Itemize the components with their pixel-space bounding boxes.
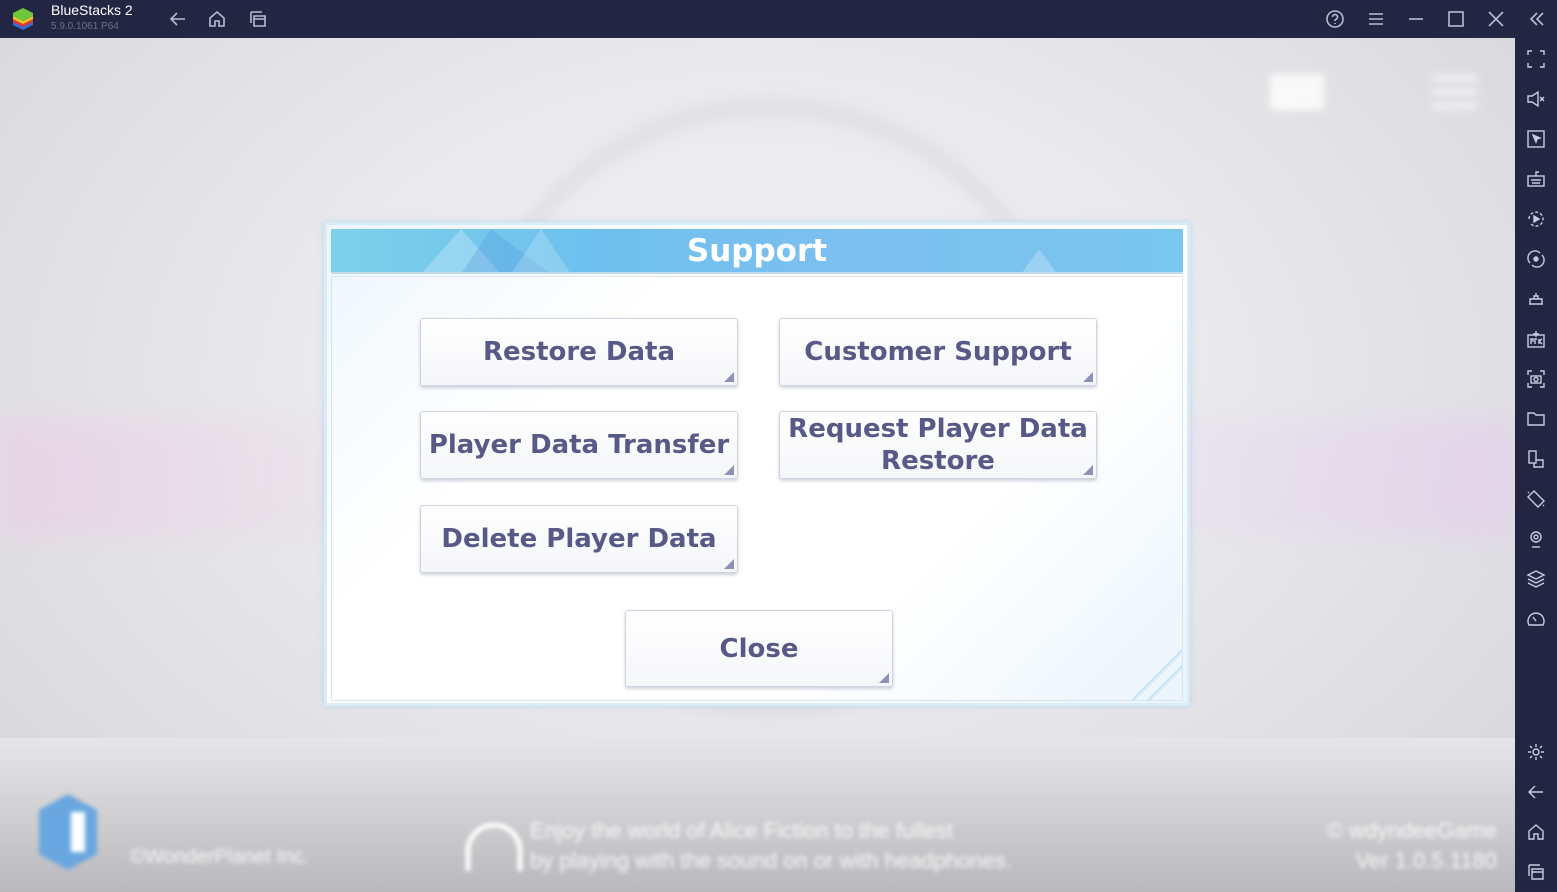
maximize-icon[interactable] — [1444, 7, 1468, 31]
menu-icon[interactable] — [1364, 7, 1388, 31]
install-apk-icon[interactable] — [1526, 329, 1546, 349]
restore-data-button[interactable]: Restore Data — [420, 318, 738, 386]
close-label: Close — [719, 633, 799, 664]
sound-notice-line2: by playing with the sound on or with hea… — [530, 848, 1012, 873]
title-bar: BlueStacks 2 5.9.0.1061 P64 — [0, 0, 1557, 38]
support-dialog: Support Restore Data Customer Support Pl… — [324, 222, 1190, 706]
bluestacks-logo — [13, 8, 33, 30]
recent-apps-icon[interactable] — [246, 7, 270, 31]
android-back-icon[interactable] — [1526, 782, 1546, 802]
dialog-header: Support — [331, 229, 1183, 274]
restore-data-label: Restore Data — [482, 337, 676, 367]
help-icon[interactable] — [1323, 7, 1347, 31]
player-data-transfer-button[interactable]: Player Data Transfer — [420, 411, 738, 479]
headphones-icon — [465, 823, 523, 871]
pointer-lock-icon[interactable] — [1526, 129, 1546, 149]
publisher-text: © wdyndeeGame — [1326, 818, 1497, 843]
android-home-icon[interactable] — [1526, 822, 1546, 842]
eco-mode-icon[interactable] — [1526, 489, 1546, 509]
back-arrow-icon[interactable] — [166, 7, 190, 31]
keyboard-icon[interactable] — [1526, 169, 1546, 189]
close-button[interactable]: Close — [625, 610, 893, 687]
folder-icon[interactable] — [1526, 409, 1546, 429]
location-icon[interactable] — [1526, 529, 1546, 549]
collapse-sidebar-icon[interactable] — [1525, 7, 1549, 31]
multi-instance-icon[interactable] — [1526, 449, 1546, 469]
sync-instances-icon[interactable] — [1526, 289, 1546, 309]
customer-support-label: Customer Support — [804, 337, 1072, 367]
close-icon[interactable] — [1484, 7, 1508, 31]
dialog-title: Support — [686, 233, 828, 269]
delete-player-data-label: Delete Player Data — [441, 524, 717, 554]
game-version-text: Ver 1.0.5.1180 — [1355, 848, 1498, 873]
news-icon[interactable] — [1262, 66, 1332, 136]
minimize-icon[interactable] — [1404, 7, 1428, 31]
company-logo — [39, 794, 97, 870]
copyright-text: ©WonderPlanet Inc. — [130, 846, 309, 868]
request-player-data-restore-button[interactable]: Request Player Data Restore — [779, 411, 1097, 479]
volume-mute-icon[interactable] — [1526, 89, 1546, 109]
macro-record-icon[interactable] — [1526, 209, 1546, 229]
player-data-transfer-label: Player Data Transfer — [428, 430, 730, 460]
delete-player-data-button[interactable]: Delete Player Data — [420, 505, 738, 573]
app-version: 5.9.0.1061 P64 — [51, 21, 119, 32]
request-restore-label-line2: Restore — [881, 446, 995, 476]
settings-icon[interactable] — [1526, 742, 1546, 762]
right-sidebar — [1515, 38, 1557, 892]
game-menu-icon[interactable] — [1420, 66, 1490, 136]
screenshot-icon[interactable] — [1526, 369, 1546, 389]
customer-support-button[interactable]: Customer Support — [779, 318, 1097, 386]
app-name: BlueStacks 2 — [51, 2, 133, 18]
performance-icon[interactable] — [1526, 609, 1546, 629]
android-recents-icon[interactable] — [1526, 862, 1546, 882]
home-icon[interactable] — [205, 7, 229, 31]
layers-icon[interactable] — [1526, 569, 1546, 589]
request-restore-label-line1: Request Player Data — [788, 414, 1088, 444]
sound-notice-line1: Enjoy the world of Alice Fiction to the … — [530, 818, 954, 843]
fullscreen-icon[interactable] — [1526, 49, 1546, 69]
rotate-icon[interactable] — [1526, 249, 1546, 269]
corner-decoration — [1132, 650, 1182, 700]
